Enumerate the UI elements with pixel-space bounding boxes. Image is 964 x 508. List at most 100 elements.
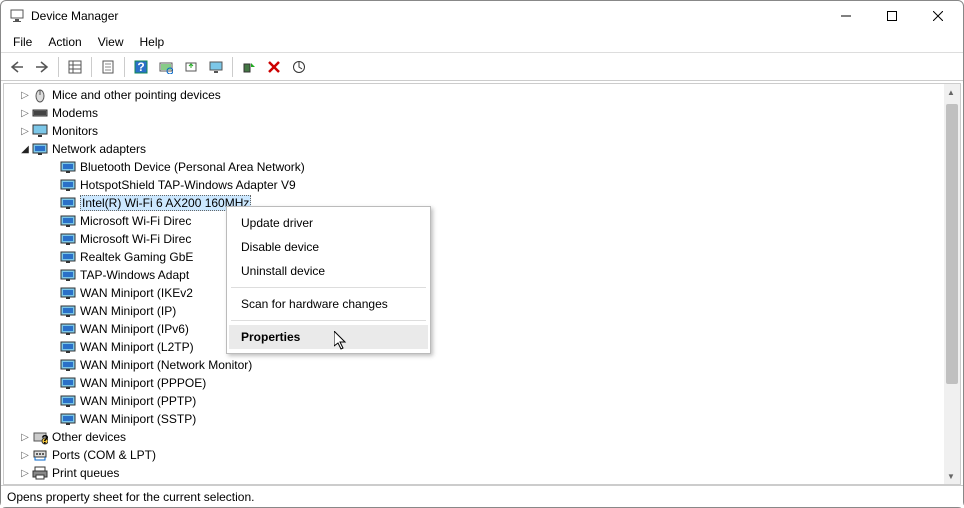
tree-category[interactable]: ◢ Network adapters [4,140,944,158]
modem-icon [32,105,48,121]
tree-device-item[interactable]: WAN Miniport (PPTP) [4,392,944,410]
tree-device-item[interactable]: HotspotShield TAP-Windows Adapter V9 [4,176,944,194]
category-label: Ports (COM & LPT) [52,448,156,462]
tree-category[interactable]: ▷ Ports (COM & LPT) [4,446,944,464]
tree-device-item[interactable]: TAP-Windows Adapt [4,266,944,284]
context-menu-separator [231,287,426,288]
network-adapter-icon [60,267,76,283]
device-label: WAN Miniport (SSTP) [80,412,196,426]
category-label: Print queues [52,466,119,480]
tree-category[interactable]: ▷ Print queues [4,464,944,482]
device-manager-icon [9,8,25,24]
category-label: Modems [52,106,98,120]
network-icon [32,141,48,157]
expand-arrow-icon[interactable]: ▷ [18,432,32,443]
tree-device-item[interactable]: WAN Miniport (IPv6) [4,320,944,338]
uninstall-device-button[interactable] [262,55,286,79]
mouse-icon [32,87,48,103]
tree-device-item[interactable]: WAN Miniport (L2TP) [4,338,944,356]
network-adapter-icon [60,357,76,373]
tree-device-item[interactable]: Microsoft Wi-Fi Direc [4,230,944,248]
toolbar: ? [1,53,963,81]
context-menu: Update driverDisable deviceUninstall dev… [226,206,431,354]
maximize-button[interactable] [869,1,915,31]
device-label: WAN Miniport (Network Monitor) [80,358,252,372]
device-tree[interactable]: ▷Mice and other pointing devices▷Modems▷… [4,84,944,484]
network-adapter-icon [60,195,76,211]
expand-arrow-icon[interactable]: ▷ [18,468,32,479]
tree-device-item[interactable]: WAN Miniport (IKEv2 [4,284,944,302]
status-bar: Opens property sheet for the current sel… [1,485,963,507]
tree-device-item[interactable]: WAN Miniport (Network Monitor) [4,356,944,374]
device-label: TAP-Windows Adapt [80,268,189,282]
svg-text:?: ? [41,433,48,446]
window-title: Device Manager [31,9,118,23]
category-label: Monitors [52,124,98,138]
expand-arrow-icon[interactable]: ▷ [18,108,32,119]
scan-hardware-button[interactable] [154,55,178,79]
device-label: WAN Miniport (IP) [80,304,176,318]
menu-help[interactable]: Help [132,33,173,51]
network-adapter-icon [60,213,76,229]
other-icon: ? [32,429,48,445]
scroll-thumb[interactable] [946,104,958,384]
device-label: WAN Miniport (PPTP) [80,394,196,408]
enable-device-button[interactable] [237,55,261,79]
network-adapter-icon [60,321,76,337]
context-menu-item[interactable]: Disable device [229,235,428,259]
back-button[interactable] [5,55,29,79]
help-button[interactable]: ? [129,55,153,79]
tree-category[interactable]: ▷ Modems [4,104,944,122]
show-hide-tree-button[interactable] [63,55,87,79]
tree-device-item[interactable]: Intel(R) Wi-Fi 6 AX200 160MHz [4,194,944,212]
forward-button[interactable] [30,55,54,79]
device-tree-panel: ▷Mice and other pointing devices▷Modems▷… [3,83,961,485]
expand-arrow-icon[interactable]: ▷ [18,450,32,461]
scroll-up-arrow[interactable]: ▲ [944,84,958,100]
expand-arrow-icon[interactable]: ▷ [18,90,32,101]
context-menu-separator [231,320,426,321]
tree-device-item[interactable]: Microsoft Wi-Fi Direc [4,212,944,230]
printer-icon [32,465,48,481]
expand-arrow-icon[interactable]: ▷ [18,126,32,137]
context-menu-item[interactable]: Update driver [229,211,428,235]
tree-device-item[interactable]: Bluetooth Device (Personal Area Network) [4,158,944,176]
network-adapter-icon [60,159,76,175]
svg-text:?: ? [137,60,144,74]
network-adapter-icon [60,303,76,319]
monitor-button[interactable] [204,55,228,79]
collapse-arrow-icon[interactable]: ◢ [18,144,32,155]
properties-button[interactable] [96,55,120,79]
scroll-down-arrow[interactable]: ▼ [944,468,958,484]
titlebar: Device Manager [1,1,963,31]
refresh-button[interactable] [287,55,311,79]
context-menu-item[interactable]: Scan for hardware changes [229,292,428,316]
minimize-button[interactable] [823,1,869,31]
tree-device-item[interactable]: WAN Miniport (PPPOE) [4,374,944,392]
tree-device-item[interactable]: WAN Miniport (IP) [4,302,944,320]
update-driver-button[interactable] [179,55,203,79]
device-label: WAN Miniport (IPv6) [80,322,189,336]
tree-device-item[interactable]: WAN Miniport (SSTP) [4,410,944,428]
menu-file[interactable]: File [5,33,40,51]
category-label: Mice and other pointing devices [52,88,221,102]
context-menu-item[interactable]: Properties [229,325,428,349]
network-adapter-icon [60,375,76,391]
network-adapter-icon [60,339,76,355]
device-label: WAN Miniport (L2TP) [80,340,194,354]
menu-action[interactable]: Action [40,33,89,51]
device-label: Realtek Gaming GbE [80,250,193,264]
tree-category[interactable]: ▷ Mice and other pointing devices [4,86,944,104]
tree-category[interactable]: ▷ Monitors [4,122,944,140]
vertical-scrollbar[interactable]: ▲ ▼ [944,84,960,484]
network-adapter-icon [60,177,76,193]
network-adapter-icon [60,231,76,247]
close-button[interactable] [915,1,961,31]
network-adapter-icon [60,393,76,409]
menu-view[interactable]: View [90,33,132,51]
tree-device-item[interactable]: Realtek Gaming GbE [4,248,944,266]
category-label: Network adapters [52,142,146,156]
tree-category[interactable]: ▷?Other devices [4,428,944,446]
context-menu-item[interactable]: Uninstall device [229,259,428,283]
menubar: File Action View Help [1,31,963,53]
